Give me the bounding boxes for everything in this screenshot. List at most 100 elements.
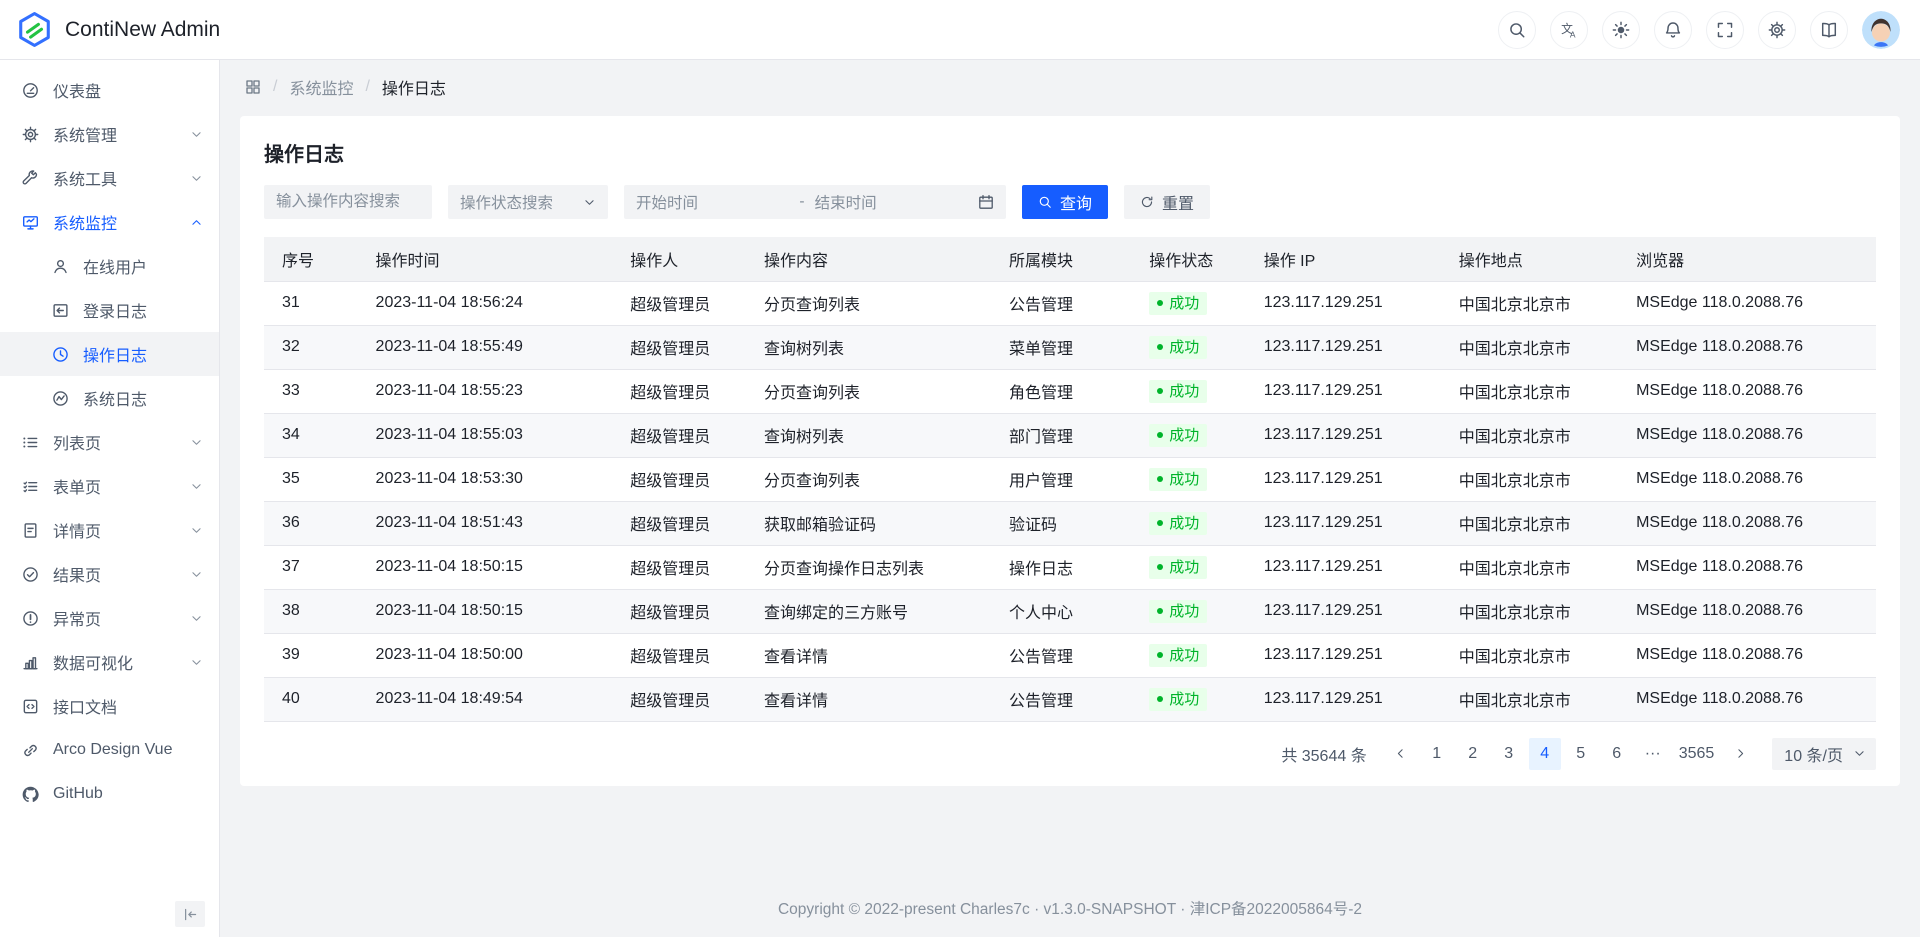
- date-range-picker[interactable]: 开始时间 - 结束时间: [624, 185, 1006, 219]
- sidebar-item-online-users[interactable]: 在线用户: [0, 244, 219, 288]
- search-button[interactable]: [1498, 11, 1536, 49]
- logo[interactable]: ContiNew Admin: [16, 11, 220, 48]
- sidebar-item-system-tools[interactable]: 系统工具: [0, 156, 219, 200]
- table-row: 312023-11-04 18:56:24超级管理员分页查询列表公告管理成功12…: [264, 281, 1876, 325]
- chevron-right-icon: [1734, 747, 1747, 760]
- app-title: ContiNew Admin: [65, 18, 220, 42]
- fullscreen-button[interactable]: [1706, 11, 1744, 49]
- pagination-page-3565[interactable]: 3565: [1673, 738, 1721, 770]
- document-icon: [22, 522, 39, 539]
- chevron-down-icon: [190, 480, 203, 493]
- collapse-icon: [183, 907, 198, 922]
- cell-index: 31: [264, 281, 366, 325]
- apps-grid-icon[interactable]: [245, 79, 261, 95]
- cell-location: 中国北京北京市: [1449, 677, 1626, 721]
- cell-module: 部门管理: [999, 413, 1139, 457]
- search-icon: [1038, 195, 1052, 209]
- cell-browser: MSEdge 118.0.2088.76: [1626, 589, 1876, 633]
- sidebar-item-github[interactable]: GitHub: [0, 772, 219, 816]
- table-row: 402023-11-04 18:49:54超级管理员查看详情公告管理成功123.…: [264, 677, 1876, 721]
- sidebar-item-api-docs[interactable]: 接口文档: [0, 684, 219, 728]
- column-header-module: 所属模块: [999, 237, 1139, 281]
- cell-browser: MSEdge 118.0.2088.76: [1626, 545, 1876, 589]
- table-row: 362023-11-04 18:51:43超级管理员获取邮箱验证码验证码成功12…: [264, 501, 1876, 545]
- sidebar-item-operation-log[interactable]: 操作日志: [0, 332, 219, 376]
- status-text: 成功: [1169, 646, 1199, 665]
- cell-browser: MSEdge 118.0.2088.76: [1626, 677, 1876, 721]
- pulse-icon: [52, 390, 69, 407]
- sidebar-item-system-monitor[interactable]: 系统监控: [0, 200, 219, 244]
- settings-button[interactable]: [1758, 11, 1796, 49]
- sidebar-item-label: Arco Design Vue: [53, 741, 203, 759]
- sidebar-item-system-log[interactable]: 系统日志: [0, 376, 219, 420]
- sidebar-item-system-management[interactable]: 系统管理: [0, 112, 219, 156]
- sidebar-item-detail-page[interactable]: 详情页: [0, 508, 219, 552]
- pagination-page-3[interactable]: 3: [1493, 738, 1525, 770]
- cell-time: 2023-11-04 18:50:15: [366, 545, 621, 589]
- notifications-button[interactable]: [1654, 11, 1692, 49]
- cell-ip: 123.117.129.251: [1254, 501, 1449, 545]
- cell-time: 2023-11-04 18:55:03: [366, 413, 621, 457]
- pagination-prev-button[interactable]: [1385, 738, 1417, 770]
- search-icon: [1508, 21, 1526, 39]
- check-circle-icon: [22, 566, 39, 583]
- status-dot-icon: [1157, 608, 1163, 614]
- pagination-page-6[interactable]: 6: [1601, 738, 1633, 770]
- status-badge: 成功: [1149, 600, 1207, 623]
- sidebar-item-arco-design-vue[interactable]: Arco Design Vue: [0, 728, 219, 772]
- form-icon: [22, 478, 39, 495]
- pagination-page-5[interactable]: 5: [1565, 738, 1597, 770]
- translate-button[interactable]: 文A: [1550, 11, 1588, 49]
- sidebar-item-dashboard[interactable]: 仪表盘: [0, 68, 219, 112]
- status-badge: 成功: [1149, 512, 1207, 535]
- pagination-page-2[interactable]: 2: [1457, 738, 1489, 770]
- range-separator: -: [799, 193, 804, 211]
- pagination-next-button[interactable]: [1724, 738, 1756, 770]
- cell-module: 个人中心: [999, 589, 1139, 633]
- code-square-icon: [22, 698, 39, 715]
- status-badge: 成功: [1149, 292, 1207, 315]
- page-size-select[interactable]: 10 条/页: [1772, 738, 1876, 770]
- status-badge: 成功: [1149, 688, 1207, 711]
- sidebar-collapse-button[interactable]: [175, 901, 205, 927]
- sidebar-item-result-page[interactable]: 结果页: [0, 552, 219, 596]
- status-dot-icon: [1157, 344, 1163, 350]
- sidebar-item-label: 仪表盘: [53, 78, 203, 102]
- docs-button[interactable]: [1810, 11, 1848, 49]
- sidebar-item-label: 操作日志: [83, 342, 203, 366]
- cell-content: 查看详情: [754, 677, 999, 721]
- sidebar-item-exception-page[interactable]: 异常页: [0, 596, 219, 640]
- sidebar-item-list-page[interactable]: 列表页: [0, 420, 219, 464]
- status-select[interactable]: 操作状态搜索: [448, 185, 608, 219]
- cell-time: 2023-11-04 18:49:54: [366, 677, 621, 721]
- search-button[interactable]: 查询: [1022, 185, 1108, 219]
- cell-index: 33: [264, 369, 366, 413]
- cell-operator: 超级管理员: [620, 413, 754, 457]
- monitor-icon: [22, 214, 39, 231]
- breadcrumb-item-parent[interactable]: 系统监控: [289, 75, 353, 99]
- cell-operator: 超级管理员: [620, 457, 754, 501]
- topbar: ContiNew Admin 文A: [0, 0, 1920, 60]
- pagination-pages: 123456···3565: [1421, 738, 1721, 770]
- pagination-page-4[interactable]: 4: [1529, 738, 1561, 770]
- sidebar-item-login-log[interactable]: 登录日志: [0, 288, 219, 332]
- refresh-icon: [1140, 195, 1154, 209]
- sidebar-item-form-page[interactable]: 表单页: [0, 464, 219, 508]
- reset-button[interactable]: 重置: [1124, 185, 1210, 219]
- table-row: 372023-11-04 18:50:15超级管理员分页查询操作日志列表操作日志…: [264, 545, 1876, 589]
- user-avatar[interactable]: [1862, 11, 1900, 49]
- footer: Copyright © 2022-present Charles7c · v1.…: [220, 881, 1920, 937]
- chevron-down-icon: [190, 128, 203, 141]
- cell-browser: MSEdge 118.0.2088.76: [1626, 325, 1876, 369]
- pagination-total: 共 35644 条: [1281, 742, 1366, 766]
- content-search-input[interactable]: [264, 185, 432, 219]
- theme-button[interactable]: [1602, 11, 1640, 49]
- cell-status: 成功: [1139, 677, 1253, 721]
- sidebar-item-data-visualization[interactable]: 数据可视化: [0, 640, 219, 684]
- sidebar-item-label: 表单页: [53, 474, 176, 498]
- pagination-page-1[interactable]: 1: [1421, 738, 1453, 770]
- cell-ip: 123.117.129.251: [1254, 545, 1449, 589]
- cell-ip: 123.117.129.251: [1254, 589, 1449, 633]
- status-text: 成功: [1169, 470, 1199, 489]
- cell-browser: MSEdge 118.0.2088.76: [1626, 413, 1876, 457]
